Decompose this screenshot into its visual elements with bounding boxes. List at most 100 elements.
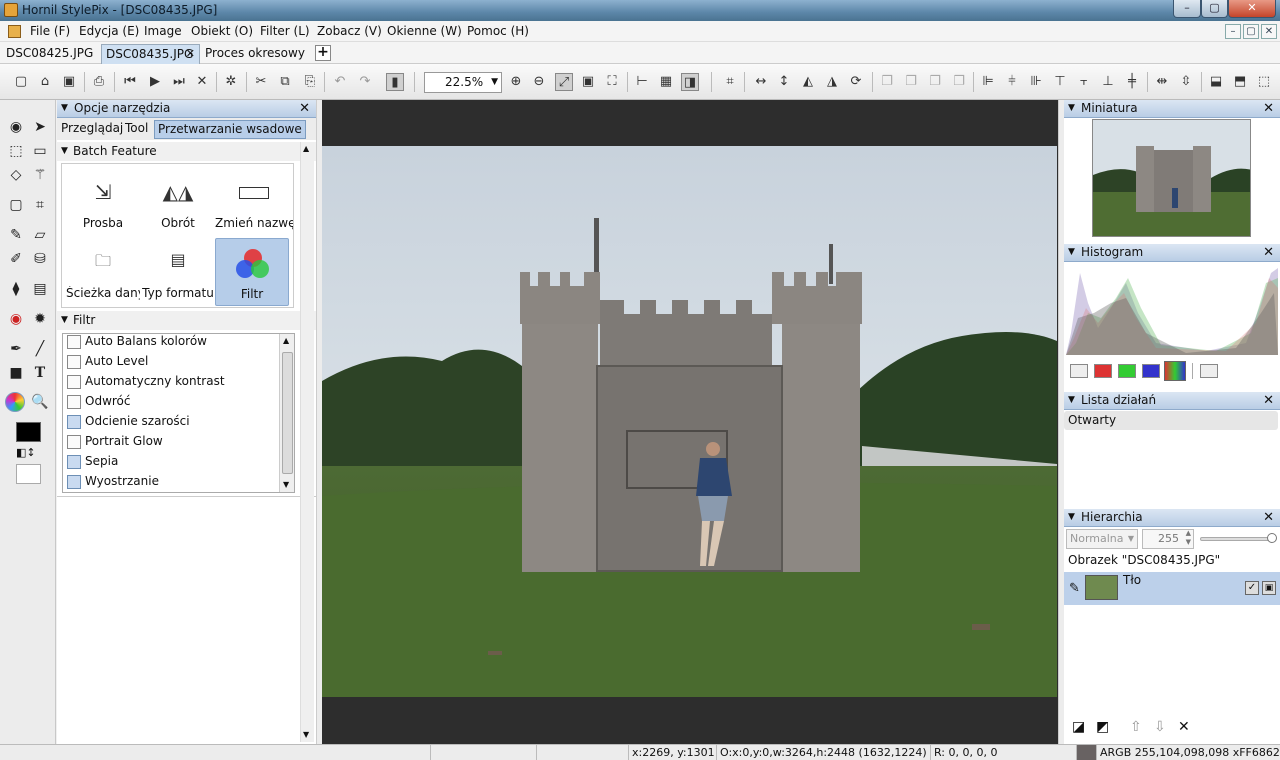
batch-feature-header[interactable]: ▼ Batch Feature — [57, 142, 316, 161]
collapse-icon[interactable]: ▼ — [1068, 392, 1075, 409]
lock-icon[interactable]: ▣ — [1262, 581, 1276, 595]
swap-colors-icon[interactable]: ◧↕ — [16, 446, 36, 459]
actual-size-icon[interactable]: ▣ — [579, 73, 597, 91]
crop-tool-icon[interactable]: ⌗ — [30, 195, 50, 215]
rotate-right-icon[interactable]: ◮ — [823, 73, 841, 91]
close-icon[interactable]: ✕ — [299, 100, 310, 117]
red-eye-icon[interactable]: ◉ — [6, 309, 26, 329]
zoom-in-icon[interactable]: ⊕ — [507, 73, 525, 91]
align-center-icon[interactable]: ⫩ — [1003, 73, 1021, 91]
blend-mode-select[interactable]: Normalna ▼ — [1066, 529, 1138, 549]
checkbox[interactable] — [67, 355, 81, 369]
feature-obrot[interactable]: ◭◮ Obrót — [141, 168, 215, 236]
collapse-icon[interactable]: ▼ — [61, 142, 68, 160]
brush-icon[interactable]: ✎ — [6, 225, 26, 245]
menu-filter[interactable]: Filter (L) — [260, 24, 310, 38]
print-icon[interactable]: ⎙ — [90, 73, 108, 91]
checkbox[interactable] — [67, 395, 81, 409]
menu-help[interactable]: Pomoc (H) — [467, 24, 529, 38]
same-height-icon[interactable]: ⬒ — [1231, 73, 1249, 91]
spinner-arrows-icon[interactable]: ▲ ▼ — [1186, 529, 1191, 547]
opacity-slider-handle[interactable] — [1267, 533, 1277, 543]
arrange-front-icon[interactable]: ❐ — [878, 73, 896, 91]
crop-icon[interactable]: ⌗ — [721, 73, 739, 91]
feature-typ-formatu[interactable]: ▤ Typ formatu — [141, 238, 215, 306]
close-doc-icon[interactable]: ✕ — [193, 73, 211, 91]
redo-icon[interactable]: ↷ — [356, 73, 374, 91]
mdi-minimize-button[interactable]: – — [1225, 24, 1241, 39]
filter-item[interactable]: Auto Balans kolorów — [63, 334, 278, 352]
zoom-select[interactable]: 22.5% ▼ — [424, 72, 502, 93]
filter-item[interactable]: Auto Level — [63, 352, 278, 372]
scroll-up-icon[interactable]: ▲ — [283, 336, 289, 345]
checkbox[interactable] — [67, 435, 81, 449]
move-up-icon[interactable]: ⇧ — [1130, 719, 1142, 735]
tab-przegladaj[interactable]: Przeglądaj — [58, 120, 126, 139]
mdi-close-button[interactable]: ✕ — [1261, 24, 1277, 39]
close-icon[interactable]: ✕ — [1263, 509, 1274, 526]
filter-item[interactable]: Odcienie szarości — [63, 412, 278, 432]
dodge-burn-icon[interactable]: ✹ — [30, 309, 50, 329]
close-button[interactable]: ✕ — [1228, 0, 1276, 18]
panel-scrollbar[interactable]: ▲ ▼ — [300, 142, 314, 742]
save-icon[interactable]: ▣ — [60, 73, 78, 91]
histogram-red-button[interactable] — [1094, 364, 1112, 378]
histogram-settings-button[interactable] — [1200, 364, 1218, 378]
panel-toggle-icon[interactable]: ▮ — [386, 73, 404, 91]
feature-prosba[interactable]: ⇲ Prosba — [66, 168, 140, 236]
copy-icon[interactable]: ⧉ — [276, 73, 294, 91]
eraser-icon[interactable]: ▱ — [30, 225, 50, 245]
tab-dsc08425[interactable]: DSC08425.JPG — [2, 44, 97, 64]
same-size-icon[interactable]: ⬚ — [1255, 73, 1273, 91]
view-eye-icon[interactable]: ◉ — [6, 117, 26, 137]
left-splitter[interactable] — [316, 100, 322, 744]
align-bottom-icon[interactable]: ⊥ — [1099, 73, 1117, 91]
move-down-icon[interactable]: ⇩ — [1154, 719, 1166, 735]
first-icon[interactable]: ⏮ — [121, 73, 139, 91]
visible-check-icon[interactable]: ✓ — [1245, 581, 1259, 595]
collapse-icon[interactable]: ▼ — [1068, 100, 1075, 117]
close-icon[interactable]: ✕ — [1263, 244, 1274, 261]
checkbox[interactable] — [67, 375, 81, 389]
align-top-icon[interactable]: ⊤ — [1051, 73, 1069, 91]
mdi-restore-button[interactable]: ▢ — [1243, 24, 1259, 39]
opacity-slider[interactable] — [1200, 537, 1272, 541]
filter-header[interactable]: ▼ Filtr — [57, 311, 316, 330]
shape-icon[interactable]: ■ — [6, 363, 26, 383]
flip-horizontal-icon[interactable]: ↔ — [752, 73, 770, 91]
ruler-icon[interactable]: ⊢ — [633, 73, 651, 91]
layer-row[interactable]: ✎ Tło ✓ ▣ — [1064, 572, 1280, 605]
filter-item[interactable]: Odwróć — [63, 392, 278, 412]
collapse-icon[interactable]: ▼ — [61, 100, 68, 117]
checkbox[interactable] — [67, 415, 81, 429]
tab-close-icon[interactable]: ✕ — [186, 47, 195, 60]
filter-item[interactable]: Sepia — [63, 452, 278, 472]
checkbox[interactable] — [67, 475, 81, 489]
menu-file[interactable]: File (F) — [30, 24, 70, 38]
filter-item[interactable]: Portrait Glow — [63, 432, 278, 452]
marquee-icon[interactable]: ▭ — [30, 141, 50, 161]
checkbox[interactable] — [67, 455, 81, 469]
close-icon[interactable]: ✕ — [1263, 392, 1274, 409]
arrange-forward-icon[interactable]: ❐ — [902, 73, 920, 91]
add-tab-button[interactable]: + — [315, 45, 331, 61]
menu-image[interactable]: Image — [144, 24, 182, 38]
maximize-button[interactable]: ▢ — [1201, 0, 1228, 18]
distribute-h-icon[interactable]: ⇹ — [1153, 73, 1171, 91]
filter-scrollbar[interactable]: ▲ ▼ — [279, 334, 294, 492]
last-icon[interactable]: ⏭ — [170, 73, 188, 91]
scroll-up-icon[interactable]: ▲ — [303, 144, 309, 153]
snap-icon[interactable]: ◨ — [681, 73, 699, 91]
histogram-green-button[interactable] — [1118, 364, 1136, 378]
open-icon[interactable]: ⌂ — [36, 73, 54, 91]
lasso-icon[interactable]: ◇ — [6, 165, 26, 185]
delete-layer-icon[interactable]: ✕ — [1178, 719, 1190, 735]
feature-zmien-nazwe[interactable]: Zmień nazwę — [215, 168, 293, 236]
minimize-button[interactable]: – — [1173, 0, 1201, 18]
collapse-icon[interactable]: ▼ — [1068, 509, 1075, 526]
menu-window[interactable]: Okienne (W) — [387, 24, 462, 38]
scroll-down-icon[interactable]: ▼ — [303, 730, 309, 739]
fullscreen-icon[interactable]: ⛶ — [603, 73, 621, 91]
histogram-rgb-button[interactable] — [1070, 364, 1088, 378]
checkbox[interactable] — [67, 335, 81, 349]
